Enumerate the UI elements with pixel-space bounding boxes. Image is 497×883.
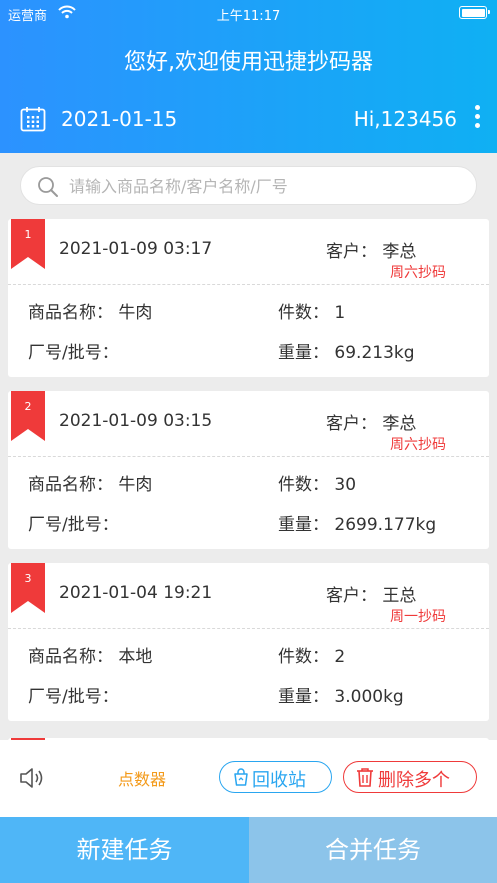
record-tag: 周一抄码 [390, 609, 446, 625]
recycle-bin-button[interactable]: 回收站 [219, 761, 332, 793]
record-quantity: 件数： 30 [278, 475, 357, 495]
record-batch: 厂号/批号： [28, 687, 119, 707]
status-bar: 运营商 上午11:17 [0, 0, 497, 26]
record-product-name: 商品名称： 牛肉 [28, 475, 153, 495]
search-input[interactable] [69, 173, 464, 199]
bottom-toolbar: 点数器 回收站 删除多个 [0, 740, 497, 817]
recycle-bin-label: 回收站 [252, 770, 306, 791]
record-tag: 周六抄码 [390, 265, 446, 281]
record-time: 2021-01-09 03:15 [59, 411, 213, 431]
more-icon[interactable] [473, 105, 481, 133]
ribbon-icon [11, 391, 45, 441]
divider [8, 284, 489, 285]
record-product-name: 商品名称： 本地 [28, 647, 153, 667]
divider [8, 456, 489, 457]
record-quantity: 件数： 2 [278, 647, 346, 667]
battery-icon [459, 6, 490, 19]
record-batch: 厂号/批号： [28, 515, 119, 535]
date-row: 2021-01-15 Hi,123456 [0, 100, 497, 140]
record-customer: 客户： 李总 [326, 414, 417, 434]
ribbon-icon [11, 563, 45, 613]
current-date[interactable]: 2021-01-15 [61, 107, 177, 131]
search-bar [20, 166, 477, 205]
merge-task-button[interactable]: 合并任务 [249, 817, 497, 883]
recycle-icon [234, 768, 248, 786]
record-index: 2 [24, 400, 32, 413]
record-batch: 厂号/批号： [28, 343, 119, 363]
record-quantity: 件数： 1 [278, 303, 346, 323]
record-card[interactable]: 2 2021-01-09 03:15 客户： 李总 周六抄码 商品名称： 牛肉 … [8, 391, 489, 549]
header: 运营商 上午11:17 您好,欢迎使用迅捷抄码器 2021-01-15 Hi,1… [0, 0, 497, 153]
new-task-button[interactable]: 新建任务 [0, 817, 249, 883]
record-time: 2021-01-04 19:21 [59, 583, 213, 603]
record-card[interactable]: 3 2021-01-04 19:21 客户： 王总 周一抄码 商品名称： 本地 … [8, 563, 489, 721]
delete-multiple-button[interactable]: 删除多个 [343, 761, 477, 793]
record-weight: 重量： 3.000kg [278, 687, 404, 707]
counter-button[interactable]: 点数器 [118, 766, 166, 790]
calendar-icon[interactable] [20, 106, 46, 132]
record-weight: 重量： 69.213kg [278, 343, 415, 363]
record-product-name: 商品名称： 牛肉 [28, 303, 153, 323]
record-time: 2021-01-09 03:17 [59, 239, 213, 259]
delete-multiple-label: 删除多个 [378, 770, 450, 791]
trash-icon [357, 768, 373, 787]
record-customer: 客户： 李总 [326, 242, 417, 262]
bottom-actions: 新建任务 合并任务 [0, 817, 497, 883]
welcome-title: 您好,欢迎使用迅捷抄码器 [124, 50, 373, 75]
record-weight: 重量： 2699.177kg [278, 515, 437, 535]
record-index: 3 [24, 572, 32, 585]
search-icon [38, 177, 58, 197]
record-customer: 客户： 王总 [326, 586, 417, 606]
record-card[interactable]: 1 2021-01-09 03:17 客户： 李总 周六抄码 商品名称： 牛肉 … [8, 219, 489, 377]
record-tag: 周六抄码 [390, 437, 446, 453]
clock: 上午11:17 [216, 9, 281, 24]
user-greeting: Hi,123456 [353, 107, 457, 131]
divider [8, 628, 489, 629]
ribbon-icon [11, 219, 45, 269]
record-index: 1 [24, 228, 32, 241]
speaker-icon[interactable] [18, 764, 46, 792]
